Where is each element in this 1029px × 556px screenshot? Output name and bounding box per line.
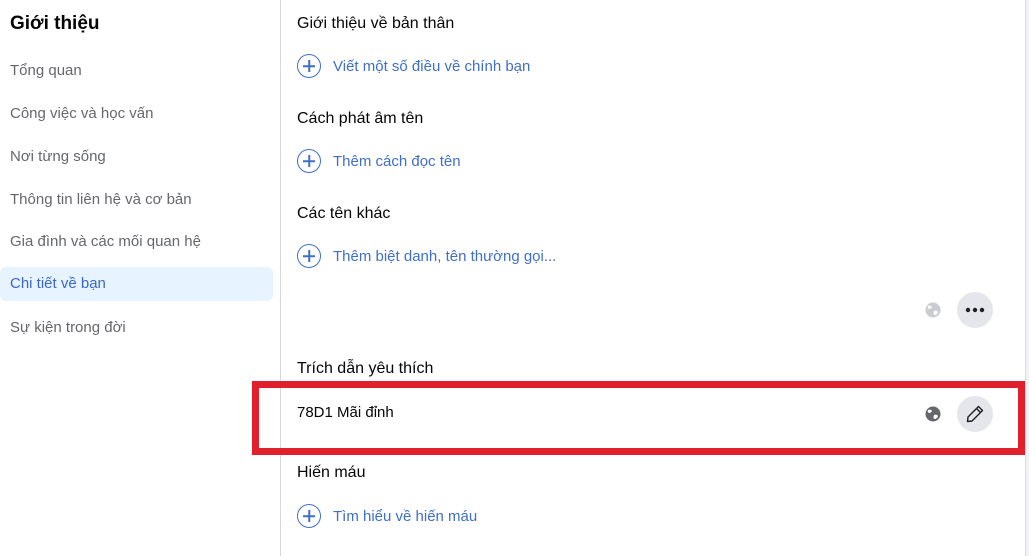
add-nickname-link[interactable]: Thêm biệt danh, tên thường gọi...: [297, 244, 556, 268]
section-title-other-names: Các tên khác: [297, 205, 391, 222]
add-nickname-label: Thêm biệt danh, tên thường gọi...: [333, 247, 557, 265]
plus-circle-icon: [297, 54, 321, 78]
section-title-blood-donation: Hiến máu: [297, 464, 366, 481]
write-about-yourself-label: Viết một số điều về chính bạn: [333, 57, 531, 75]
section-title-about-yourself: Giới thiệu về bản thân: [297, 15, 455, 32]
sidebar-title: Giới thiệu: [10, 13, 100, 34]
write-about-yourself-link[interactable]: Viết một số điều về chính bạn: [297, 54, 530, 78]
section-title-name-pronunciation: Cách phát âm tên: [297, 110, 424, 127]
learn-blood-donation-link[interactable]: Tìm hiểu về hiến máu: [297, 504, 477, 528]
learn-blood-donation-label: Tìm hiểu về hiến máu: [333, 507, 478, 525]
sidebar: Giới thiệu Tổng quan Công việc và học vấ…: [0, 0, 280, 556]
edit-quote-button[interactable]: [957, 396, 993, 432]
sidebar-item-work-education[interactable]: Công việc và học vấn: [0, 97, 273, 131]
sidebar-item-overview[interactable]: Tổng quan: [0, 54, 273, 88]
more-options-button[interactable]: [957, 292, 993, 328]
globe-icon: [925, 406, 941, 422]
plus-circle-icon: [297, 244, 321, 268]
panel-divider: [280, 0, 281, 556]
sidebar-item-family-relationships[interactable]: Gia đình và các mối quan hệ: [0, 225, 273, 259]
add-name-pronunciation-label: Thêm cách đọc tên: [333, 152, 461, 170]
add-name-pronunciation-link[interactable]: Thêm cách đọc tên: [297, 149, 461, 173]
pencil-icon: [966, 405, 984, 423]
sidebar-item-contact-basic-info[interactable]: Thông tin liên hệ và cơ bản: [0, 183, 273, 217]
favorite-quote-text: 78D1 Mãi đỉnh: [297, 404, 394, 421]
plus-circle-icon: [297, 149, 321, 173]
page-edge: [1025, 0, 1029, 556]
more-options-icon: [965, 307, 985, 313]
globe-icon: [925, 302, 941, 318]
sidebar-item-details-about-you[interactable]: Chi tiết về bạn: [0, 267, 273, 301]
sidebar-item-life-events[interactable]: Sự kiện trong đời: [0, 311, 273, 345]
sidebar-item-places-lived[interactable]: Nơi từng sống: [0, 140, 273, 174]
plus-circle-icon: [297, 504, 321, 528]
section-title-favorite-quotes: Trích dẫn yêu thích: [297, 360, 434, 377]
